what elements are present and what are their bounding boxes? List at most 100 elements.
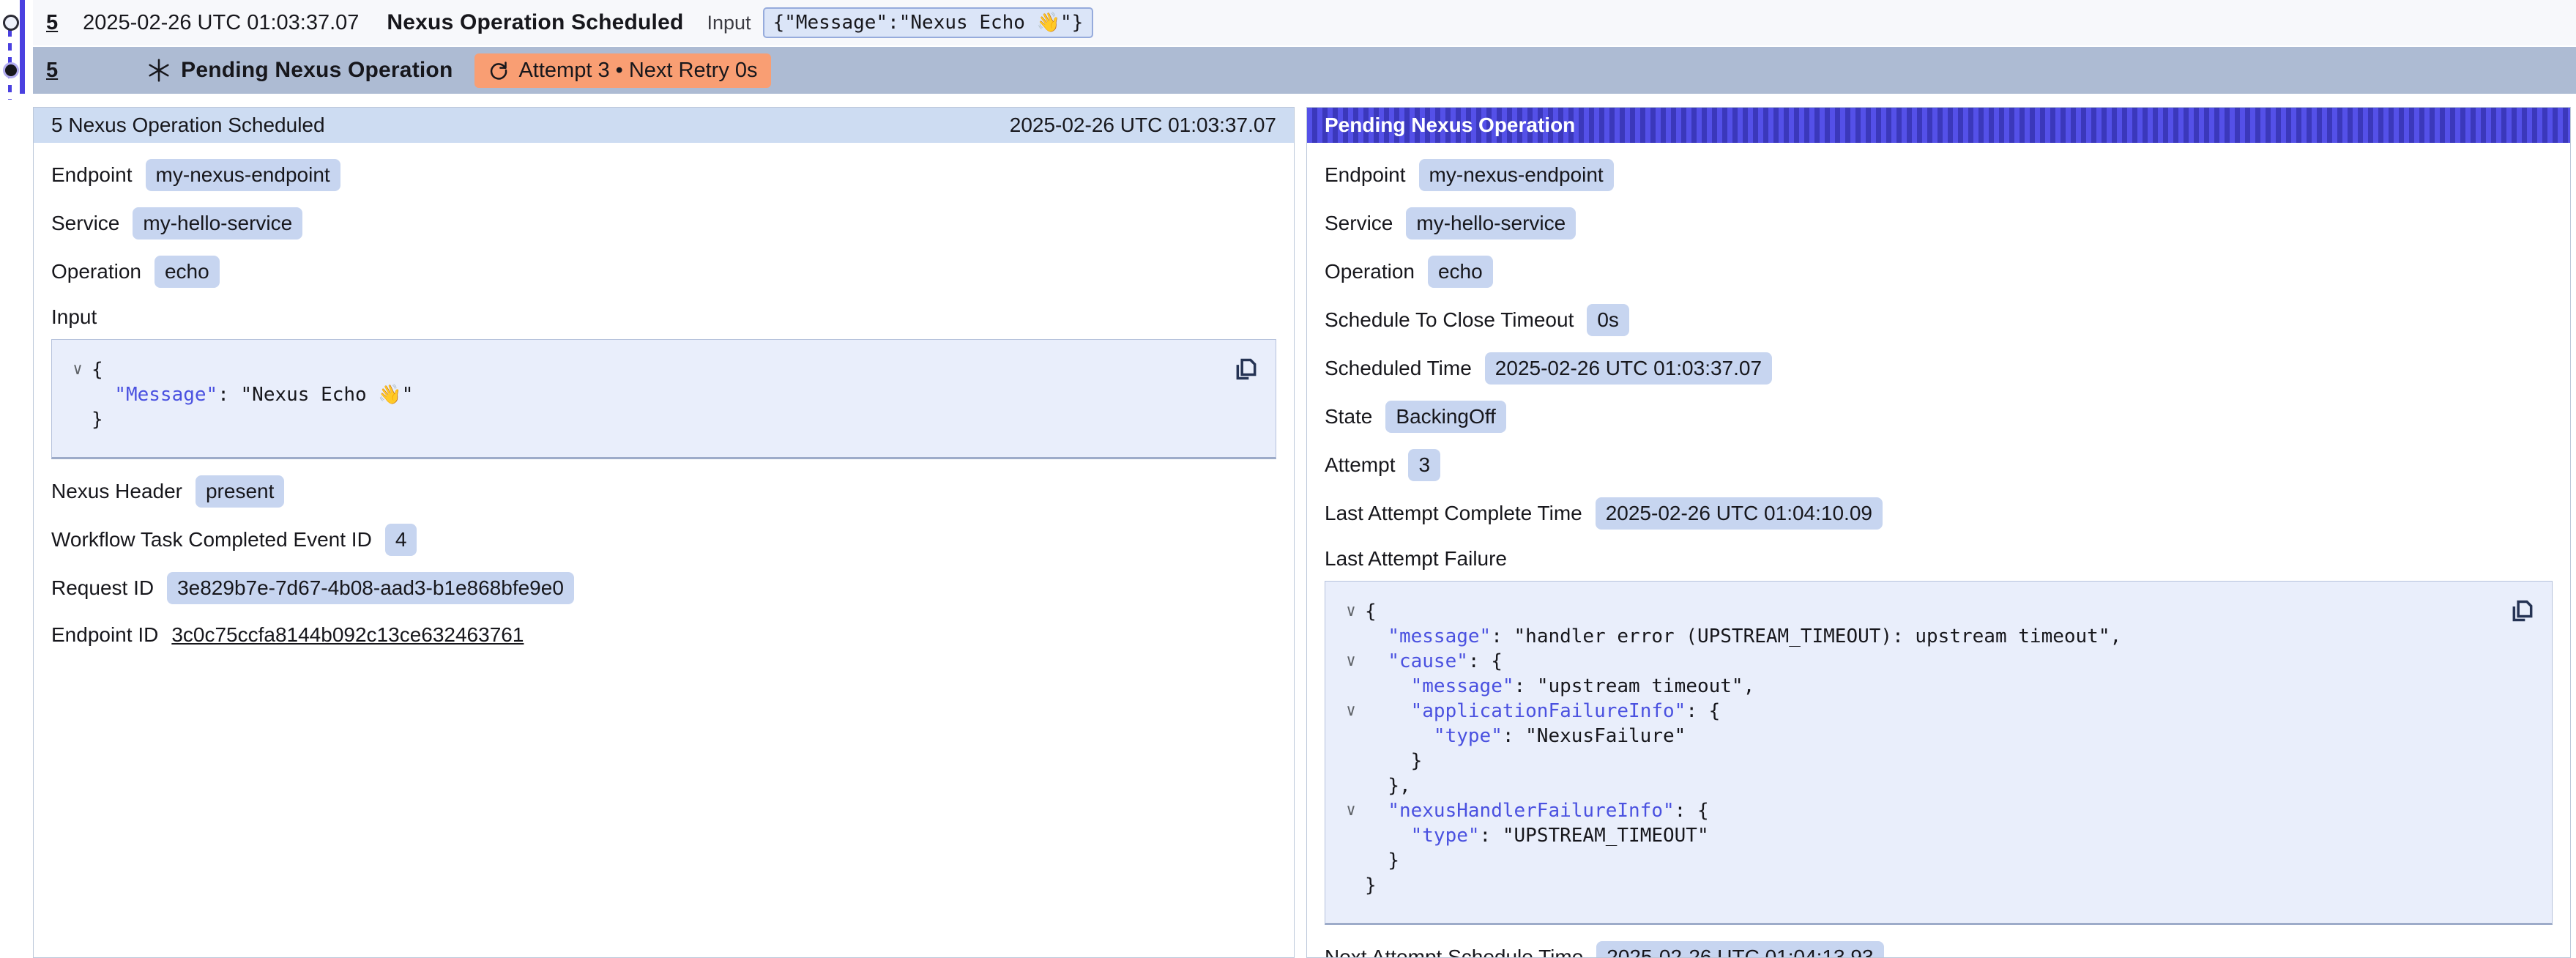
field-row: Endpoint my-nexus-endpoint <box>34 159 1294 191</box>
event-timestamp: 2025-02-26 UTC 01:03:37.07 <box>83 11 359 35</box>
field-row: Schedule To Close Timeout0s <box>1307 304 2570 336</box>
pending-panel-header: Pending Nexus Operation <box>1307 108 2570 143</box>
failure-code-block: ∨{ "message": "handler error (UPSTREAM_T… <box>1325 581 2553 925</box>
event-panel-header: 5 Nexus Operation Scheduled 2025-02-26 U… <box>34 108 1294 143</box>
code-line: } <box>1337 749 2493 773</box>
json-collapse-chevron[interactable]: ∨ <box>1337 599 1365 624</box>
code-line: "message": "handler error (UPSTREAM_TIME… <box>1337 624 2493 649</box>
copy-icon <box>1232 354 1261 384</box>
input-section-label: Input <box>51 305 1276 329</box>
field-label: Service <box>1325 212 1393 235</box>
code-text: { <box>92 357 103 382</box>
code-text: } <box>1365 873 1377 898</box>
code-line: }, <box>1337 773 2493 798</box>
field-value-link[interactable]: 3c0c75ccfa8144b092c13ce632463761 <box>171 623 524 647</box>
code-gutter <box>1337 624 1365 649</box>
field-row: StateBackingOff <box>1307 401 2570 433</box>
code-gutter <box>1337 848 1365 873</box>
code-text: "Message": "Nexus Echo 👋" <box>92 382 413 407</box>
code-text: } <box>92 407 103 432</box>
field-value-chip: echo <box>1428 256 1493 288</box>
event-input-chip: {"Message":"Nexus Echo 👋"} <box>763 7 1094 38</box>
copy-button[interactable] <box>2506 595 2539 627</box>
field-row: Attempt3 <box>1307 449 2570 481</box>
code-line: ∨ "cause": { <box>1337 649 2493 674</box>
field-value-chip: my-nexus-endpoint <box>1419 159 1614 191</box>
timeline-pending-dot[interactable] <box>3 62 19 78</box>
event-title: Nexus Operation Scheduled <box>387 10 683 35</box>
code-line: ∨ "applicationFailureInfo": { <box>1337 699 2493 724</box>
event-panel-title: 5 Nexus Operation Scheduled <box>51 114 325 137</box>
field-row: Last Attempt Complete Time 2025-02-26 UTC… <box>1307 497 2570 530</box>
field-row: Next Attempt Schedule Time2025-02-26 UTC… <box>1307 941 2570 958</box>
code-text: "message": "upstream timeout", <box>1365 674 1754 699</box>
event-input-label: Input <box>707 12 751 34</box>
code-text: "type": "UPSTREAM_TIMEOUT" <box>1365 823 1709 848</box>
code-gutter <box>64 407 92 432</box>
field-label: Service <box>51 212 119 235</box>
field-label: Request ID <box>51 576 154 600</box>
pending-operation-row[interactable]: 5 Pending Nexus Operation Attempt 3 • Ne… <box>33 47 2576 94</box>
code-gutter <box>1337 823 1365 848</box>
nexus-asterisk-icon <box>146 57 172 83</box>
json-collapse-chevron[interactable]: ∨ <box>64 357 92 382</box>
timeline-event-dot[interactable] <box>3 15 19 31</box>
code-text: { <box>1365 599 1377 624</box>
field-label: Workflow Task Completed Event ID <box>51 528 372 552</box>
pending-id-link[interactable]: 5 <box>46 59 58 83</box>
copy-icon <box>2508 596 2537 625</box>
code-line: "message": "upstream timeout", <box>1337 674 2493 699</box>
field-row: Nexus Headerpresent <box>34 475 1294 508</box>
field-label: Nexus Header <box>51 480 182 503</box>
retry-badge: Attempt 3 • Next Retry 0s <box>474 53 770 88</box>
field-label: State <box>1325 405 1372 428</box>
code-gutter <box>64 382 92 407</box>
field-value-chip: 2025-02-26 UTC 01:03:37.07 <box>1485 352 1772 385</box>
field-value-chip: 2025-02-26 UTC 01:04:13.93 <box>1596 941 1883 958</box>
field-row: Request ID3e829b7e-7d67-4b08-aad3-b1e868… <box>34 572 1294 604</box>
json-collapse-chevron[interactable]: ∨ <box>1337 699 1365 724</box>
timeline-rail <box>0 0 33 107</box>
json-collapse-chevron[interactable]: ∨ <box>1337 649 1365 674</box>
field-row: Service my-hello-service <box>34 207 1294 240</box>
code-line: "type": "NexusFailure" <box>1337 724 2493 749</box>
retry-icon <box>488 59 510 81</box>
event-row-scheduled[interactable]: 5 2025-02-26 UTC 01:03:37.07 Nexus Opera… <box>33 0 2576 45</box>
retry-badge-label: Attempt 3 • Next Retry 0s <box>518 59 757 83</box>
field-label: Last Attempt Complete Time <box>1325 502 1582 525</box>
code-text: } <box>1365 848 1399 873</box>
pending-detail-panel: Pending Nexus Operation Endpoint my-nexus… <box>1306 107 2571 958</box>
field-value-chip: echo <box>155 256 220 288</box>
code-text: "applicationFailureInfo": { <box>1365 699 1720 724</box>
code-line: "Message": "Nexus Echo 👋" <box>64 382 1217 407</box>
field-label: Endpoint <box>1325 163 1406 187</box>
code-text: }, <box>1365 773 1411 798</box>
field-label: Endpoint <box>51 163 133 187</box>
field-value-chip: my-nexus-endpoint <box>146 159 340 191</box>
field-label: Operation <box>51 260 141 283</box>
field-label: Scheduled Time <box>1325 357 1472 380</box>
json-collapse-chevron[interactable]: ∨ <box>1337 798 1365 823</box>
event-id-link[interactable]: 5 <box>46 11 58 35</box>
copy-button[interactable] <box>1230 353 1262 385</box>
field-label: Schedule To Close Timeout <box>1325 308 1574 332</box>
field-value-chip: 2025-02-26 UTC 01:04:10.09 <box>1596 497 1883 530</box>
code-gutter <box>1337 873 1365 898</box>
field-row: Endpoint my-nexus-endpoint <box>1307 159 2570 191</box>
field-row: Service my-hello-service <box>1307 207 2570 240</box>
code-text: "message": "handler error (UPSTREAM_TIME… <box>1365 624 2121 649</box>
field-value-chip: my-hello-service <box>1406 207 1576 240</box>
code-gutter <box>1337 674 1365 699</box>
field-label: Endpoint ID <box>51 623 158 647</box>
code-gutter <box>1337 749 1365 773</box>
failure-section-label: Last Attempt Failure <box>1325 547 2553 571</box>
field-value-chip: my-hello-service <box>133 207 302 240</box>
field-row: Scheduled Time 2025-02-26 UTC 01:03:37.07 <box>1307 352 2570 385</box>
pending-panel-title: Pending Nexus Operation <box>1325 114 1575 137</box>
code-text: "type": "NexusFailure" <box>1365 724 1686 749</box>
code-line: } <box>1337 873 2493 898</box>
code-line: ∨{ <box>1337 599 2493 624</box>
code-line: ∨{ <box>64 357 1217 382</box>
code-line: } <box>1337 848 2493 873</box>
code-gutter <box>1337 773 1365 798</box>
